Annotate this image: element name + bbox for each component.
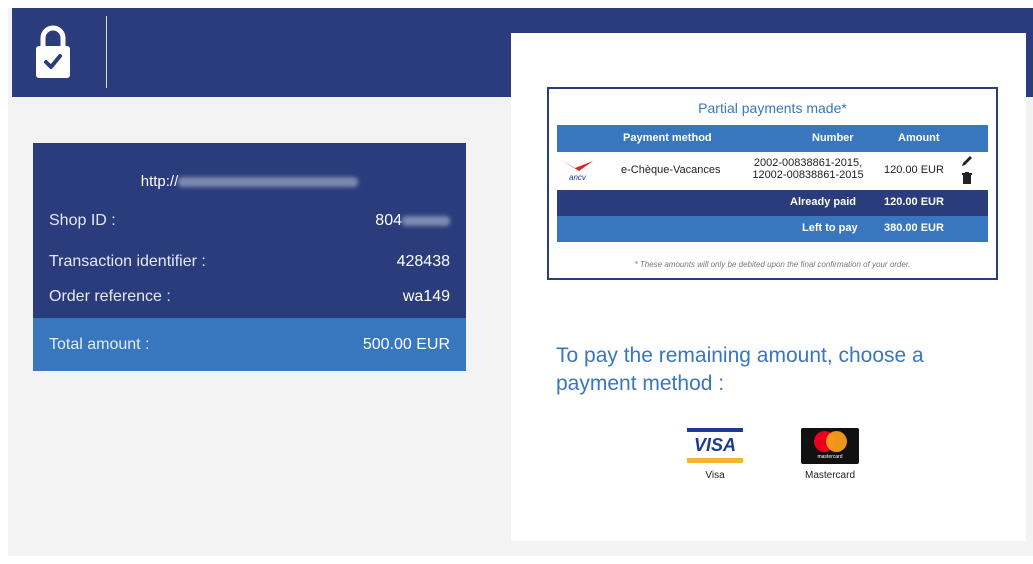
column-header-number: Number (812, 132, 854, 144)
left-to-pay-value: 380.00 EUR (884, 222, 944, 234)
column-header-amount: Amount (898, 132, 940, 144)
order-summary-card: http:// Shop ID : 804 Transaction identi… (33, 143, 466, 371)
transaction-id-value: 428438 (396, 253, 450, 270)
transaction-id-label: Transaction identifier : (49, 253, 206, 270)
column-header-payment-method: Payment method (623, 132, 712, 144)
total-amount-label: Total amount : (49, 335, 150, 353)
shop-id-label: Shop ID : (49, 212, 116, 229)
ancv-bird-icon (561, 160, 593, 171)
already-paid-value: 120.00 EUR (884, 196, 944, 208)
left-to-pay-label: Left to pay (802, 222, 858, 234)
payment-panel: Partial payments made* Payment method Nu… (511, 33, 1026, 541)
table-row: ancv e-Chèque-Vacances 2002-00838861-201… (557, 152, 988, 190)
order-reference-label: Order reference : (49, 288, 171, 305)
visa-logo: VISA (687, 428, 743, 464)
payment-number: 2002-00838861-2015, 12002-00838861-2015 (752, 157, 864, 181)
left-to-pay-row: Left to pay 380.00 EUR (557, 216, 988, 242)
already-paid-label: Already paid (790, 196, 857, 208)
shop-id-row: Shop ID : 804 (49, 206, 450, 236)
ancv-logo: ancv (559, 158, 599, 184)
visa-payment-option[interactable]: VISA Visa (680, 428, 750, 481)
payment-amount: 120.00 EUR (884, 164, 944, 176)
transaction-id-row: Transaction identifier : 428438 (49, 247, 450, 277)
mastercard-logo: mastercard (801, 428, 859, 464)
table-header: Payment method Number Amount (557, 125, 988, 152)
shop-url-blurred (178, 177, 359, 188)
payment-method-name: e-Chèque-Vacances (621, 164, 721, 176)
choose-payment-heading: To pay the remaining amount, choose a pa… (556, 344, 924, 395)
header-divider (106, 16, 107, 88)
mastercard-label: Mastercard (804, 470, 855, 481)
footnote: * These amounts will only be debited upo… (634, 260, 911, 269)
partial-payments-table: Payment method Number Amount ancv e-Chèq… (557, 125, 988, 242)
total-amount-value: 500.00 EUR (362, 335, 450, 353)
mastercard-payment-option[interactable]: mastercard Mastercard (795, 428, 865, 481)
partial-payments-box: Partial payments made* Payment method Nu… (547, 87, 998, 280)
lock-check-icon (36, 25, 70, 78)
delete-trash-icon[interactable] (962, 172, 972, 184)
partial-payments-title: Partial payments made* (698, 100, 847, 116)
visa-label: Visa (705, 470, 725, 481)
order-reference-value: wa149 (402, 288, 450, 305)
shop-url-prefix: http:// (140, 173, 179, 190)
edit-pencil-icon[interactable] (961, 155, 973, 167)
already-paid-row: Already paid 120.00 EUR (557, 190, 988, 216)
shop-id-value: 804 (375, 212, 450, 230)
total-amount-row: Total amount : 500.00 EUR (33, 318, 466, 371)
shop-url: http:// (33, 173, 466, 190)
order-reference-row: Order reference : wa149 (49, 282, 450, 312)
